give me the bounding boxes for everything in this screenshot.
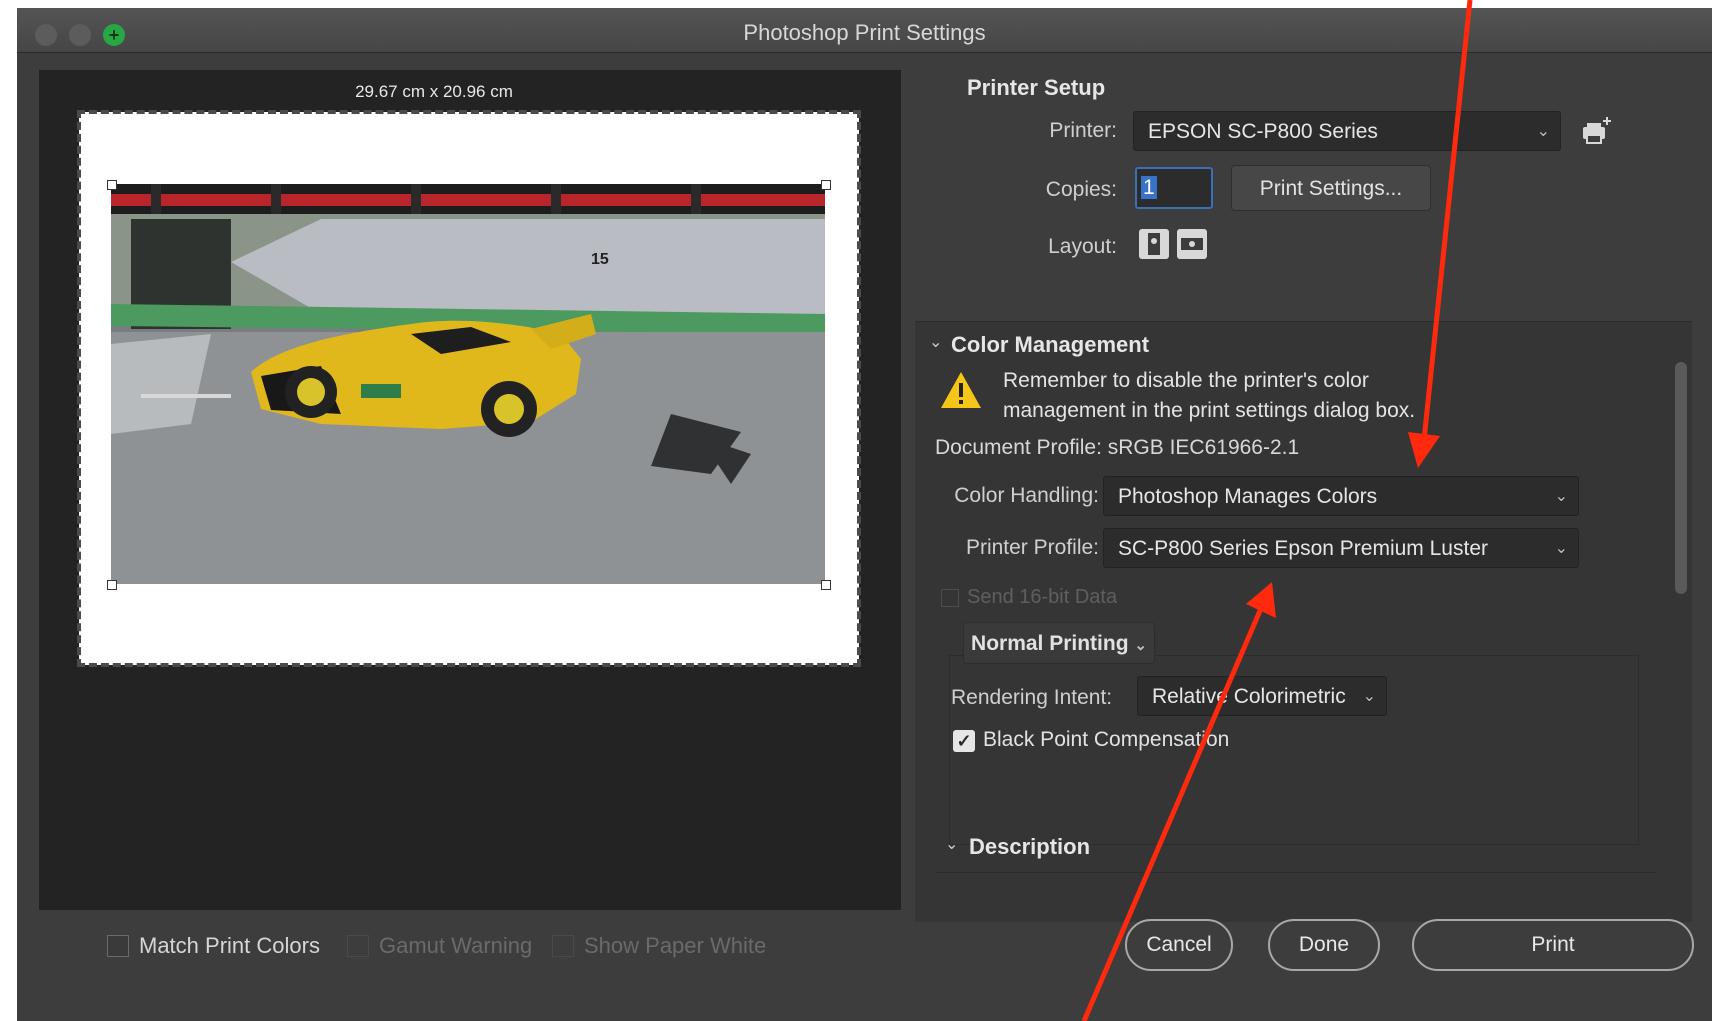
paper-preview: 15 [77, 110, 861, 667]
color-handling-select[interactable]: Photoshop Manages Colors ⌄ [1103, 476, 1579, 516]
printer-select[interactable]: EPSON SC-P800 Series ⌄ [1133, 111, 1561, 151]
normal-printing-value: Normal Printing [971, 632, 1129, 655]
rendering-intent-select[interactable]: Relative Colorimetric ⌄ [1137, 676, 1387, 716]
done-button[interactable]: Done [1268, 919, 1380, 971]
crop-handle[interactable] [821, 180, 831, 190]
chevron-down-icon[interactable]: ⌄ [945, 834, 958, 854]
chevron-down-icon: ⌄ [1362, 688, 1376, 705]
rendering-intent-value: Relative Colorimetric [1152, 685, 1346, 708]
copies-label: Copies: [1045, 178, 1117, 201]
color-management-heading: Color Management [951, 332, 1150, 357]
match-print-colors-label: Match Print Colors [139, 933, 320, 958]
scrollbar[interactable] [1675, 362, 1687, 594]
chevron-down-icon: ⌄ [1554, 540, 1568, 557]
black-point-checkbox[interactable]: ✓ [953, 730, 975, 752]
cancel-button[interactable]: Cancel [1125, 919, 1233, 971]
copies-value: 1 [1141, 176, 1157, 199]
printer-profile-label: Printer Profile: [965, 536, 1099, 559]
printer-setup-heading: Printer Setup [967, 75, 1106, 100]
document-profile: Document Profile: sRGB IEC61966-2.1 [935, 436, 1300, 459]
layout-label: Layout: [1048, 235, 1117, 258]
match-print-colors-option[interactable]: Match Print Colors [107, 933, 320, 959]
description-heading: Description [969, 834, 1091, 859]
warning-icon [939, 370, 983, 410]
crop-handle[interactable] [821, 580, 831, 590]
color-management-section: ⌄ Color Management Remember to disable t… [915, 321, 1692, 922]
printer-label: Printer: [1049, 119, 1117, 142]
warning-line-2: management in the print settings dialog … [1003, 399, 1416, 422]
copies-input[interactable]: 1 [1135, 167, 1213, 209]
preview-photo[interactable]: 15 [111, 184, 825, 584]
chevron-down-icon[interactable]: ⌄ [929, 332, 942, 352]
gamut-warning-label: Gamut Warning [379, 933, 533, 958]
paper-dimensions: 29.67 cm x 20.96 cm [355, 82, 513, 101]
printer-profile-value: SC-P800 Series Epson Premium Luster [1118, 537, 1488, 560]
crop-handle[interactable] [107, 180, 117, 190]
print-settings-window: + Photoshop Print Settings 29.67 cm x 20… [17, 8, 1712, 1021]
gamut-warning-option: Gamut Warning [347, 933, 532, 959]
chevron-down-icon: ⌄ [1554, 488, 1568, 505]
normal-printing-select[interactable]: Normal Printing ⌄ [963, 622, 1155, 664]
rendering-intent-label: Rendering Intent: [951, 686, 1113, 709]
car-number: 15 [591, 251, 609, 268]
color-handling-label: Color Handling: [954, 484, 1099, 507]
chevron-down-icon: ⌄ [1536, 123, 1550, 140]
add-printer-icon[interactable] [1581, 115, 1613, 147]
color-handling-value: Photoshop Manages Colors [1118, 485, 1378, 508]
show-paper-white-option: Show Paper White [552, 933, 766, 959]
print-button[interactable]: Print [1412, 919, 1694, 971]
window-title: Photoshop Print Settings [743, 20, 986, 45]
show-paper-white-checkbox [552, 935, 574, 957]
printer-profile-select[interactable]: SC-P800 Series Epson Premium Luster ⌄ [1103, 528, 1579, 568]
crop-handle[interactable] [107, 580, 117, 590]
black-point-label: Black Point Compensation [983, 728, 1230, 751]
gamut-warning-checkbox [347, 935, 369, 957]
show-paper-white-label: Show Paper White [584, 933, 767, 958]
landscape-layout-icon[interactable] [1177, 229, 1207, 259]
warning-line-1: Remember to disable the printer's color [1003, 369, 1369, 392]
warning-text: Remember to disable the printer's color … [1003, 366, 1415, 426]
racecar-image: 15 [111, 184, 825, 584]
send-16bit-checkbox [941, 588, 959, 607]
chevron-down-icon: ⌄ [1134, 637, 1147, 654]
settings-panel: Printer Setup Printer: EPSON SC-P800 Ser… [915, 63, 1712, 923]
send-16bit-label: Send 16-bit Data [967, 586, 1118, 608]
printer-value: EPSON SC-P800 Series [1148, 120, 1378, 143]
divider [935, 872, 1657, 873]
send-16bit-option: Send 16-bit Data [941, 586, 1117, 609]
portrait-layout-icon[interactable] [1139, 229, 1169, 259]
title-bar: + Photoshop Print Settings [17, 8, 1712, 53]
match-print-colors-checkbox[interactable] [107, 935, 129, 957]
print-preview-area: 29.67 cm x 20.96 cm 15 [39, 70, 901, 910]
print-settings-button[interactable]: Print Settings... [1231, 165, 1431, 211]
